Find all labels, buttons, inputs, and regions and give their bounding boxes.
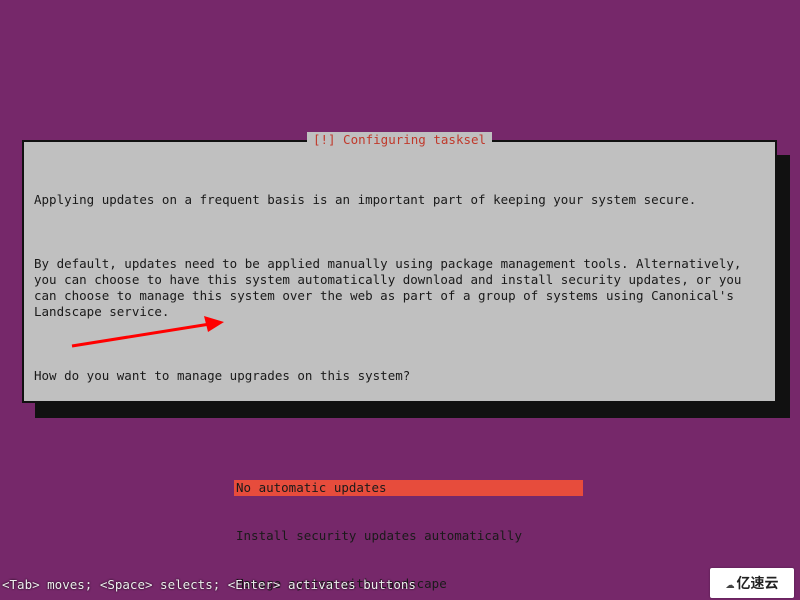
tasksel-dialog: [!] Configuring tasksel Applying updates… [22,140,777,403]
help-bar: <Tab> moves; <Space> selects; <Enter> ac… [2,577,416,593]
installer-screen: [!] Configuring tasksel Applying updates… [0,0,800,600]
dialog-paragraph: How do you want to manage upgrades on th… [34,368,765,384]
option-install-security-updates[interactable]: Install security updates automatically [234,528,583,544]
dialog-body: Applying updates on a frequent basis is … [34,160,765,600]
cloud-icon: ☁ [725,575,734,591]
option-no-automatic-updates[interactable]: No automatic updates [234,480,583,496]
dialog-paragraph: Applying updates on a frequent basis is … [34,192,765,208]
dialog-title: [!] Configuring tasksel [307,132,492,148]
watermark-logo: ☁ 亿速云 [710,568,794,598]
watermark-text: 亿速云 [737,575,779,591]
dialog-paragraph: By default, updates need to be applied m… [34,256,765,320]
